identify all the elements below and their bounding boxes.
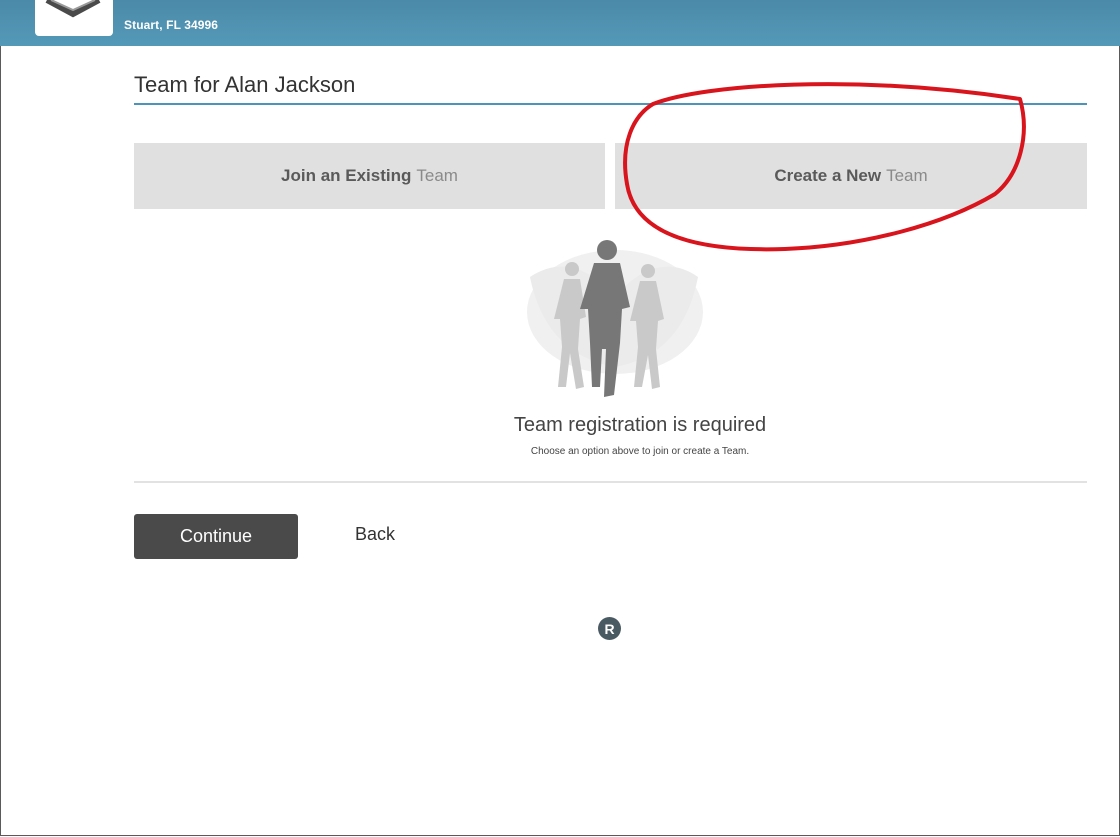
- red-circle-annotation: [623, 82, 1026, 252]
- join-button-light-label: Team: [416, 166, 458, 185]
- empty-state-subtitle: Choose an option above to join or create…: [530, 446, 750, 457]
- section-divider: [134, 481, 1087, 483]
- runners-illustration-icon: [527, 240, 703, 397]
- event-header: Stuart, FL 34996: [0, 0, 1120, 46]
- continue-button[interactable]: Continue: [134, 514, 298, 559]
- join-button-bold-label: Join an Existing: [281, 166, 412, 185]
- r-logo-icon: R: [598, 617, 621, 640]
- back-link[interactable]: Back: [355, 524, 395, 545]
- event-title-truncated: [124, 0, 484, 4]
- join-existing-team-button[interactable]: Join an Existing Team: [134, 143, 605, 209]
- event-logo-icon[interactable]: [35, 0, 113, 36]
- event-location: Stuart, FL 34996: [124, 18, 219, 32]
- empty-state-title: Team registration is required: [513, 414, 767, 436]
- page-title: Team for Alan Jackson: [134, 72, 356, 97]
